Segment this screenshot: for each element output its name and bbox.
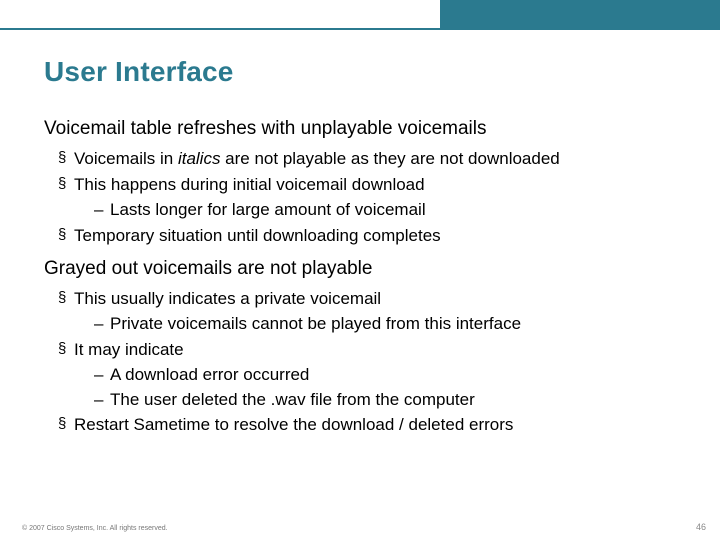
content-area: Voicemail table refreshes with unplayabl…: [44, 118, 690, 440]
bullet-text: The user deleted the .wav file from the …: [110, 390, 475, 409]
list-item: Voicemails in italics are not playable a…: [58, 148, 690, 171]
bullet-text: This happens during initial voicemail do…: [74, 175, 425, 194]
bullet-text: Voicemails in: [74, 149, 178, 168]
bullet-text: A download error occurred: [110, 365, 309, 384]
page-number: 46: [696, 522, 706, 532]
bullet-text: Temporary situation until downloading co…: [74, 226, 441, 245]
list-item: This happens during initial voicemail do…: [58, 174, 690, 222]
footer-copyright: © 2007 Cisco Systems, Inc. All rights re…: [22, 525, 168, 532]
list-item: Restart Sametime to resolve the download…: [58, 414, 690, 437]
list-item: Lasts longer for large amount of voicema…: [94, 199, 690, 222]
bullet-text-italic: italics: [178, 149, 221, 168]
list-item: Private voicemails cannot be played from…: [94, 313, 690, 336]
section1-heading: Voicemail table refreshes with unplayabl…: [44, 118, 690, 140]
topbar-accent: [440, 0, 720, 28]
bullet-text: It may indicate: [74, 340, 184, 359]
slide: User Interface Voicemail table refreshes…: [0, 0, 720, 540]
section2-list: This usually indicates a private voicema…: [58, 288, 690, 438]
list-item: It may indicate A download error occurre…: [58, 339, 690, 412]
sublist: A download error occurred The user delet…: [94, 364, 690, 412]
sublist: Private voicemails cannot be played from…: [94, 313, 690, 336]
list-item: This usually indicates a private voicema…: [58, 288, 690, 336]
bullet-text: This usually indicates a private voicema…: [74, 289, 381, 308]
bullet-text: are not playable as they are not downloa…: [220, 149, 559, 168]
bullet-text: Lasts longer for large amount of voicema…: [110, 200, 426, 219]
bullet-text: Restart Sametime to resolve the download…: [74, 415, 513, 434]
sublist: Lasts longer for large amount of voicema…: [94, 199, 690, 222]
section2-heading: Grayed out voicemails are not playable: [44, 258, 690, 280]
list-item: A download error occurred: [94, 364, 690, 387]
topbar: [0, 0, 720, 28]
bullet-text: Private voicemails cannot be played from…: [110, 314, 521, 333]
list-item: The user deleted the .wav file from the …: [94, 389, 690, 412]
topbar-divider: [0, 28, 720, 30]
page-title: User Interface: [44, 56, 234, 88]
list-item: Temporary situation until downloading co…: [58, 225, 690, 248]
section1-list: Voicemails in italics are not playable a…: [58, 148, 690, 248]
